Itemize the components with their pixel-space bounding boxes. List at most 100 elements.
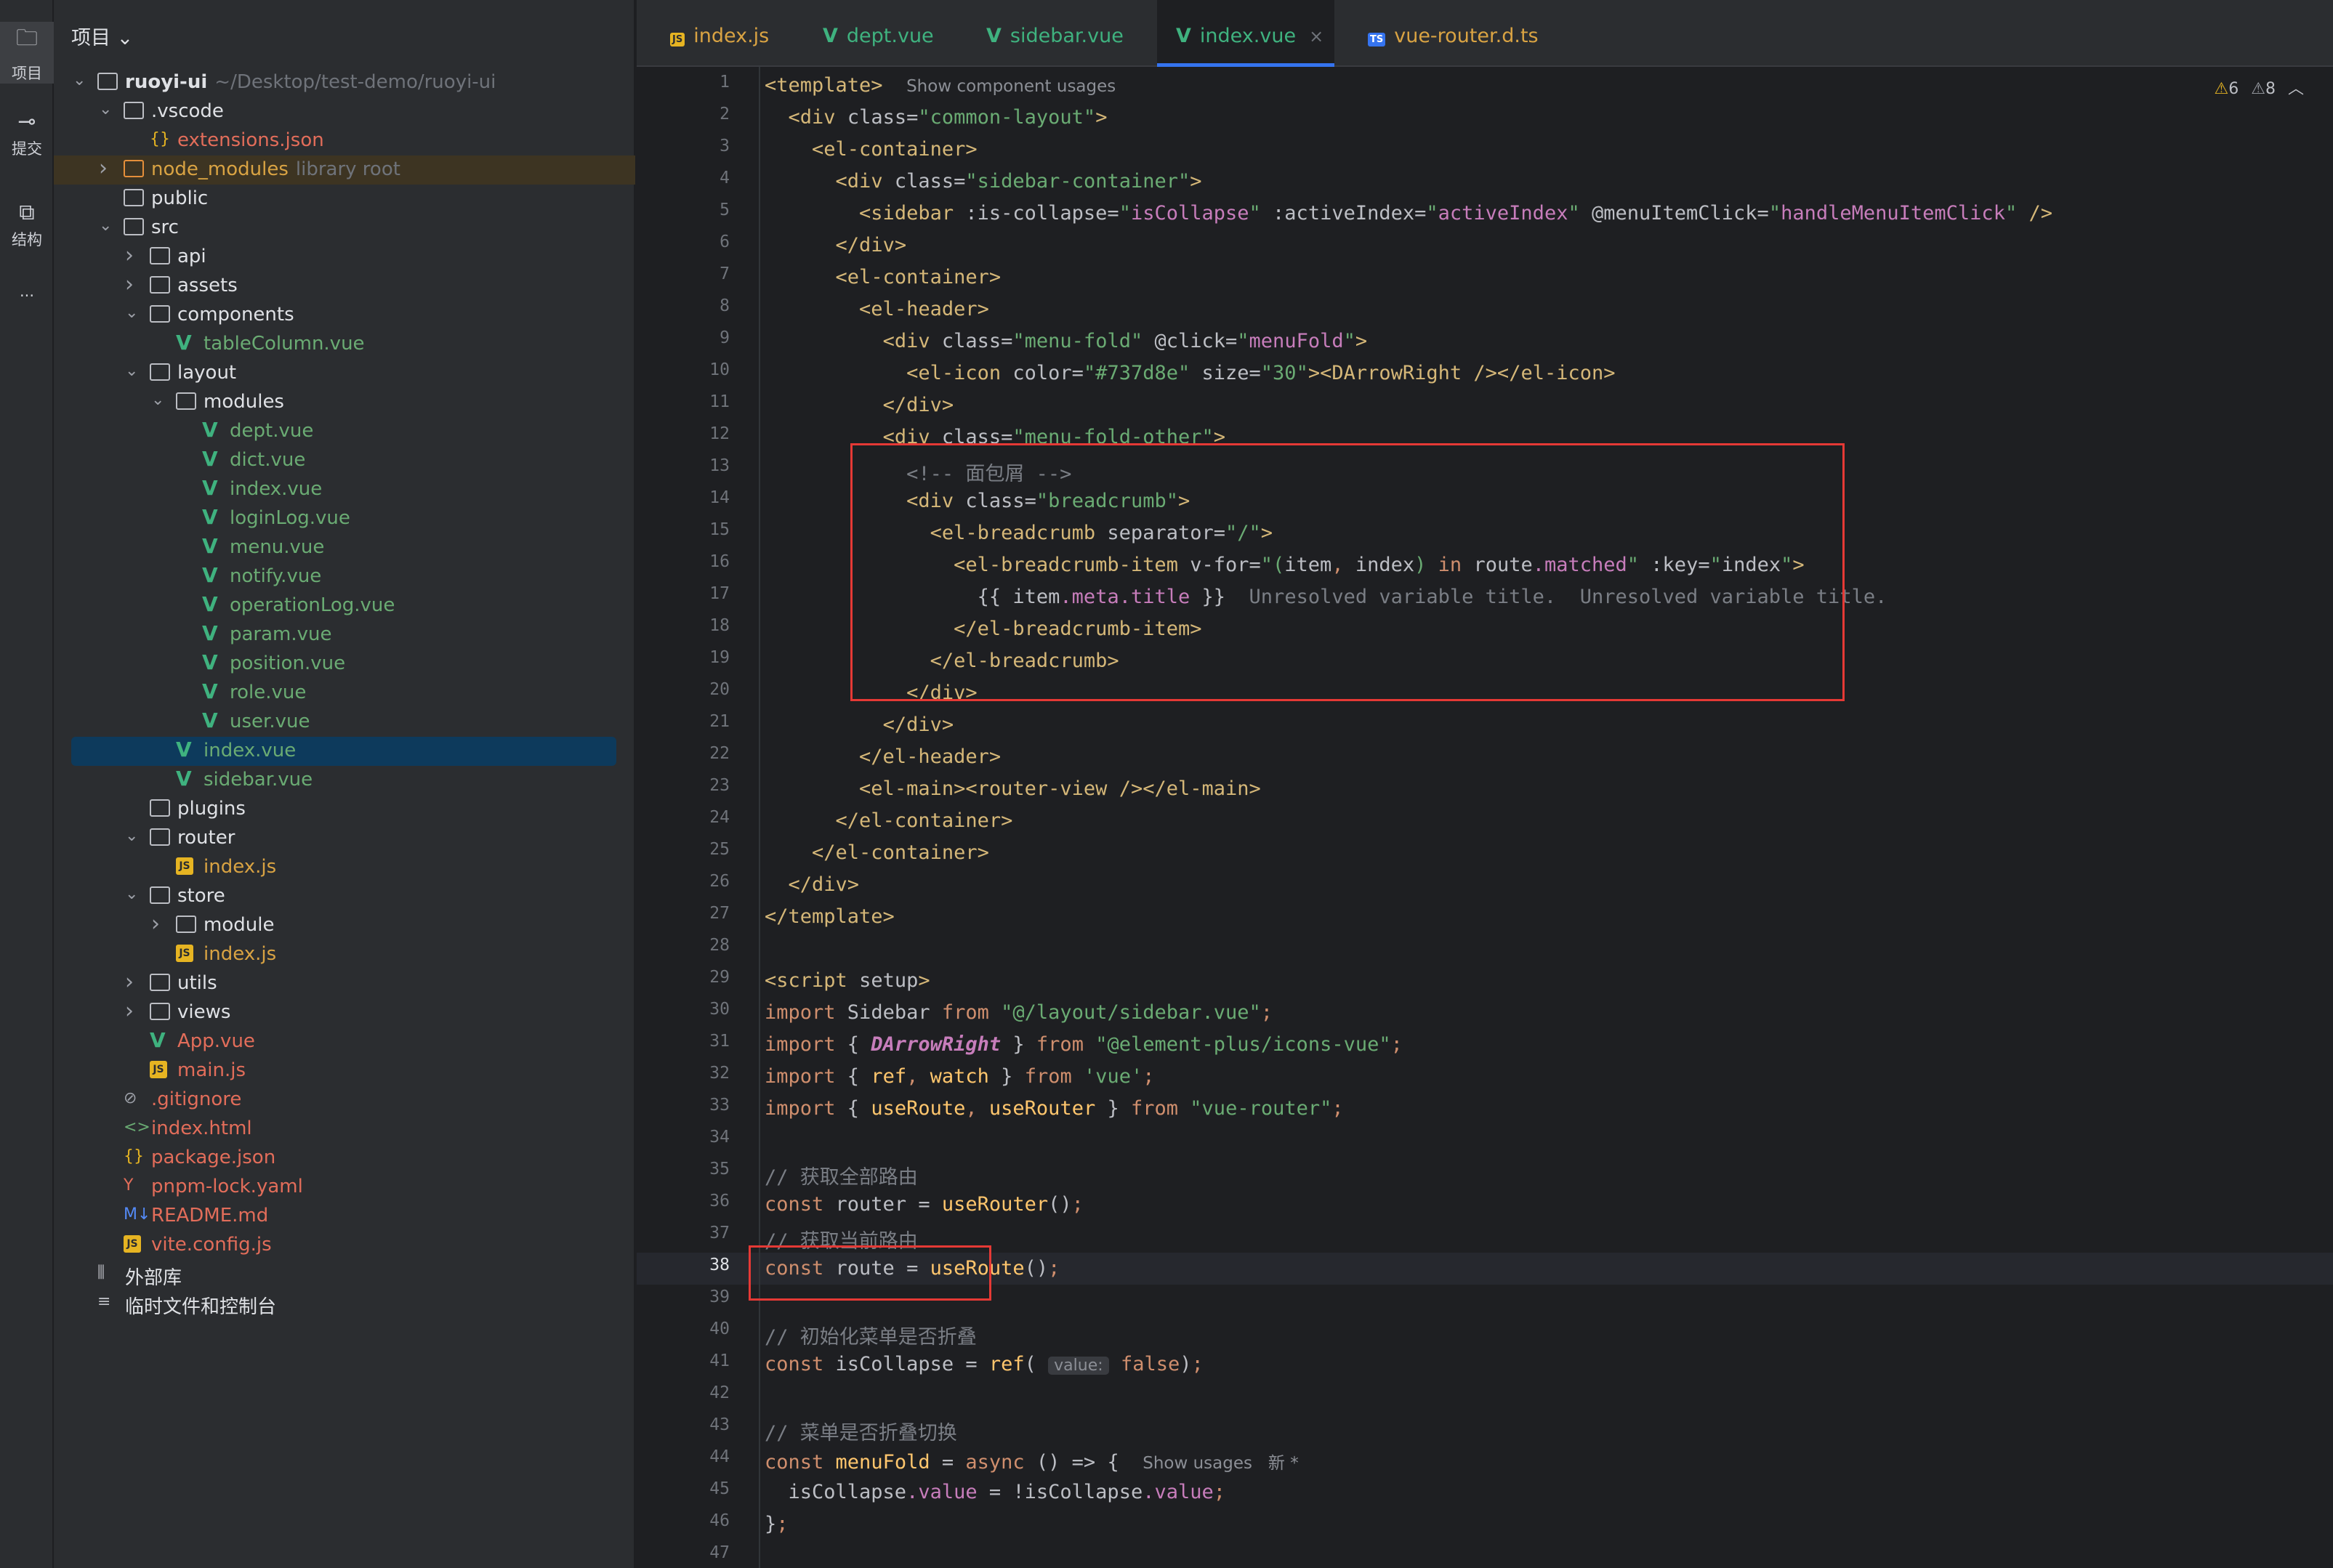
tree-item[interactable]: ⌄ modules xyxy=(54,388,635,417)
tree-item[interactable]: Vdict.vue xyxy=(54,446,635,475)
tree-item[interactable]: V App.vue xyxy=(54,1027,635,1056)
tree-item[interactable]: ⫼ 外部库 xyxy=(54,1260,635,1290)
tree-item[interactable]: › node_modules library root xyxy=(54,155,635,185)
tree-item[interactable]: Vparam.vue xyxy=(54,621,635,650)
code-line[interactable]: </div> xyxy=(765,714,954,736)
tree-item[interactable]: › utils xyxy=(54,969,635,998)
chevron-down-icon[interactable]: ⌄ xyxy=(125,827,138,845)
close-icon[interactable]: × xyxy=(1309,26,1323,47)
code-line[interactable]: </div> xyxy=(765,234,907,256)
tool-structure[interactable]: ⧉ 结构 xyxy=(0,200,54,250)
chevron-right-icon[interactable]: › xyxy=(125,969,134,995)
tree-item[interactable]: ⌄ ruoyi-ui ~/Desktop/test-demo/ruoyi-ui xyxy=(54,68,635,97)
chevron-right-icon[interactable]: › xyxy=(125,272,134,297)
tree-item[interactable]: Vdept.vue xyxy=(54,417,635,446)
code-line[interactable]: const menuFold = async () => { Show usag… xyxy=(765,1449,1299,1474)
editor-tab[interactable]: Vdept.vue xyxy=(804,0,960,67)
code-line[interactable]: const isCollapse = ref( value: false); xyxy=(765,1353,1204,1375)
code-line[interactable]: import { DArrowRight } from "@element-pl… xyxy=(765,1033,1403,1056)
chevron-right-icon[interactable]: › xyxy=(99,155,108,181)
code-line[interactable]: <div class="sidebar-container"> xyxy=(765,170,1202,193)
code-line[interactable]: import { useRoute, useRouter } from "vue… xyxy=(765,1097,1344,1120)
tree-item[interactable]: Vindex.vue xyxy=(54,475,635,504)
code-line[interactable]: </el-container> xyxy=(765,809,1013,832)
editor-tab[interactable]: TS vue-router.d.ts xyxy=(1349,0,1556,67)
code-line[interactable]: </div> xyxy=(765,873,860,896)
chevron-right-icon[interactable]: › xyxy=(125,243,134,268)
tree-item[interactable]: M↓ README.md xyxy=(54,1202,635,1231)
code-line[interactable]: <div class="common-layout"> xyxy=(765,106,1108,129)
code-line[interactable]: </el-container> xyxy=(765,841,989,864)
tree-item[interactable]: ⌄ router xyxy=(54,824,635,853)
code-line[interactable]: // 菜单是否折叠切换 xyxy=(765,1417,957,1445)
tree-item[interactable]: ⌄ layout xyxy=(54,359,635,388)
tree-item[interactable]: {} extensions.json xyxy=(54,126,635,155)
chevron-down-icon[interactable]: ⌄ xyxy=(125,362,138,380)
code-line[interactable]: isCollapse.value = !isCollapse.value; xyxy=(765,1481,1226,1503)
code-line[interactable]: // 初始化菜单是否折叠 xyxy=(765,1321,977,1349)
code-line[interactable]: <el-main><router-view /></el-main> xyxy=(765,777,1261,800)
tree-item[interactable]: Vnotify.vue xyxy=(54,562,635,591)
tree-item[interactable]: Vsidebar.vue xyxy=(54,766,635,795)
chevron-down-icon[interactable]: ⌄ xyxy=(125,885,138,903)
tree-item[interactable]: VoperationLog.vue xyxy=(54,591,635,621)
tree-item[interactable]: ⌄ .vscode xyxy=(54,97,635,126)
tree-item[interactable]: Vindex.vue xyxy=(71,737,616,766)
chevron-down-icon[interactable]: ⌄ xyxy=(99,217,112,235)
tree-item[interactable]: Vuser.vue xyxy=(54,708,635,737)
tree-item[interactable]: › assets xyxy=(54,272,635,301)
tree-item[interactable]: › views xyxy=(54,998,635,1027)
project-panel-header[interactable]: 项目 ⌄ xyxy=(71,22,133,50)
code-line[interactable]: <el-container> xyxy=(765,138,978,161)
editor-tab[interactable]: JS index.js xyxy=(651,0,797,67)
tree-item[interactable]: JS main.js xyxy=(54,1056,635,1086)
tree-item[interactable]: VtableColumn.vue xyxy=(54,330,635,359)
tree-item[interactable]: ≡ 临时文件和控制台 xyxy=(54,1289,635,1319)
chevron-down-icon[interactable]: ⌄ xyxy=(73,71,86,89)
tree-item[interactable]: Ypnpm-lock.yaml xyxy=(54,1173,635,1202)
chevron-down-icon[interactable]: ⌄ xyxy=(151,391,164,409)
chevron-right-icon[interactable]: › xyxy=(125,998,134,1024)
tree-item[interactable]: Vmenu.vue xyxy=(54,533,635,562)
tree-item[interactable]: {} package.json xyxy=(54,1144,635,1173)
tree-item[interactable]: plugins xyxy=(54,795,635,824)
chevron-down-icon[interactable]: ⌄ xyxy=(125,304,138,322)
inspection-widget[interactable]: ⚠6 ⚠8 ︿ xyxy=(2215,76,2304,99)
tree-item[interactable]: ⌄ components xyxy=(54,301,635,330)
code-line[interactable]: </div> xyxy=(765,394,954,416)
tree-item[interactable]: VloginLog.vue xyxy=(54,504,635,533)
code-line[interactable]: </el-header> xyxy=(765,745,1001,768)
tool-folder[interactable]: 🗀 项目 xyxy=(0,22,54,84)
tree-item[interactable]: Vposition.vue xyxy=(54,650,635,679)
code-line[interactable]: import Sidebar from "@/layout/sidebar.vu… xyxy=(765,1001,1273,1024)
tree-item[interactable]: ⌄ src xyxy=(54,214,635,243)
tree-item[interactable]: › api xyxy=(54,243,635,272)
code-line[interactable]: <template> Show component usages xyxy=(765,74,1116,97)
code-line[interactable]: }; xyxy=(765,1513,789,1535)
chevron-right-icon[interactable]: › xyxy=(151,911,160,937)
tree-item[interactable]: public xyxy=(54,185,635,214)
editor-tab[interactable]: Vsidebar.vue xyxy=(967,0,1149,67)
tool-more[interactable]: ··· xyxy=(0,287,54,304)
code-line[interactable]: import { ref, watch } from 'vue'; xyxy=(765,1065,1155,1088)
chevron-down-icon[interactable]: ⌄ xyxy=(99,100,112,118)
code-line[interactable]: <el-container> xyxy=(765,266,1002,288)
code-line[interactable]: <div class="menu-fold" @click="menuFold"… xyxy=(765,330,1368,352)
code-line[interactable]: // 获取全部路由 xyxy=(765,1161,918,1189)
tree-item[interactable]: JS index.js xyxy=(54,853,635,882)
code-line[interactable]: </template> xyxy=(765,905,895,928)
tree-item[interactable]: ⌄ store xyxy=(54,882,635,911)
editor-tab[interactable]: Vindex.vue × xyxy=(1157,0,1334,67)
code-line[interactable]: <sidebar :is-collapse="isCollapse" :acti… xyxy=(765,202,2052,225)
tree-item[interactable]: <> index.html xyxy=(54,1115,635,1144)
tree-item[interactable]: JS vite.config.js xyxy=(54,1231,635,1260)
tool-commit[interactable]: ⊸ 提交 xyxy=(0,109,54,159)
code-line[interactable]: <el-header> xyxy=(765,298,989,320)
code-line[interactable]: const router = useRouter(); xyxy=(765,1193,1084,1216)
tree-item[interactable]: ⊘ .gitignore xyxy=(54,1086,635,1115)
code-line[interactable]: <el-icon color="#737d8e" size="30"><DArr… xyxy=(765,362,1615,384)
tree-item[interactable]: › module xyxy=(54,911,635,940)
code-line[interactable]: <script setup> xyxy=(765,969,930,992)
tree-item[interactable]: JS index.js xyxy=(54,940,635,969)
tree-item[interactable]: Vrole.vue xyxy=(54,679,635,708)
